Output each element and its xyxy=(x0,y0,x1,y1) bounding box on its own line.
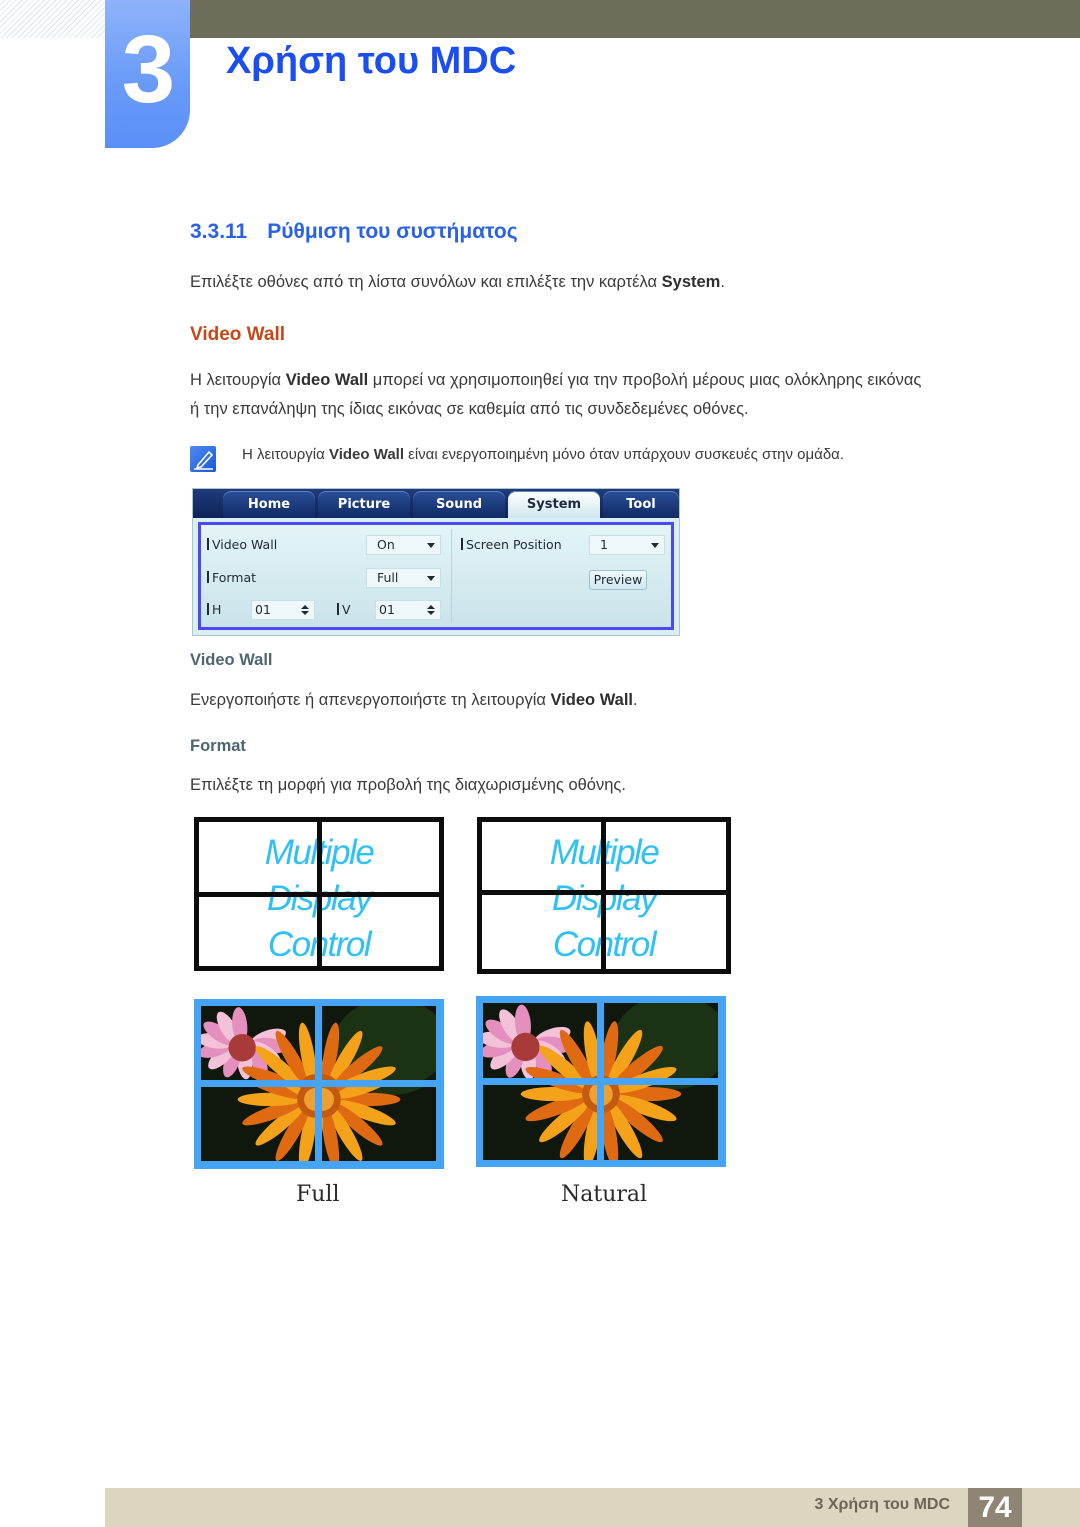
v-label: V xyxy=(337,602,351,617)
screen-position-label: Screen Position xyxy=(461,537,562,552)
v-spinner[interactable]: 01 xyxy=(375,600,441,620)
description-line-2: ή την επανάληψη της ίδιας εικόνας σε καθ… xyxy=(190,400,749,418)
flower-photo xyxy=(322,1087,436,1161)
full-text-illustration: Multiple Display Control xyxy=(194,817,444,971)
grid-divider-horizontal xyxy=(199,892,439,897)
tab-picture[interactable]: Picture xyxy=(318,491,410,518)
spin-up-icon[interactable] xyxy=(301,605,309,609)
tab-sound[interactable]: Sound xyxy=(413,491,505,518)
section-title: 3.3.11 Ρύθμιση του συστήματος xyxy=(190,220,518,244)
natural-photo-illustration xyxy=(476,996,726,1167)
h-spinner[interactable]: 01 xyxy=(251,600,315,620)
format-subheading: Format xyxy=(190,737,246,755)
video-wall-description: Η λειτουργία Video Wall μπορεί να χρησιμ… xyxy=(190,366,921,424)
preview-button[interactable]: Preview xyxy=(589,570,647,590)
description-line-1: Η λειτουργία Video Wall μπορεί να χρησιμ… xyxy=(190,371,922,389)
mdc-settings-area: Video Wall On Format Full H 01 V 01 Scre… xyxy=(198,522,674,630)
grid-divider-horizontal xyxy=(482,890,726,895)
header-hatch-decoration xyxy=(0,0,105,38)
mdc-system-panel: Home Picture Sound System Tool Video Wal… xyxy=(192,488,680,636)
caption-full: Full xyxy=(296,1182,340,1207)
intro-paragraph: Επιλέξτε οθόνες από τη λίστα συνόλων και… xyxy=(190,273,725,291)
section-name: Ρύθμιση του συστήματος xyxy=(267,220,518,243)
photo-tile xyxy=(322,1006,436,1080)
tab-tool[interactable]: Tool xyxy=(603,491,679,518)
full-photo-illustration xyxy=(194,999,444,1169)
footer-chapter-label: 3 Χρήση του MDC xyxy=(814,1496,950,1513)
screen-position-select[interactable]: 1 xyxy=(589,535,665,555)
spin-down-icon[interactable] xyxy=(301,611,309,615)
format-sub-text: Επιλέξτε τη μορφή για προβολή της διαχωρ… xyxy=(190,776,626,794)
video-wall-label: Video Wall xyxy=(207,537,277,552)
format-label: Format xyxy=(207,570,256,585)
photo-tile xyxy=(322,1087,436,1161)
photo-tile xyxy=(201,1087,315,1161)
chevron-down-icon xyxy=(427,543,435,548)
page-number: 74 xyxy=(968,1488,1022,1527)
flower-photo xyxy=(604,1003,718,1078)
chapter-title: Χρήση του MDC xyxy=(226,40,517,82)
header-bar xyxy=(190,0,1080,38)
chevron-down-icon xyxy=(651,543,659,548)
video-wall-heading: Video Wall xyxy=(190,324,286,345)
note-text: Η λειτουργία Video Wall είναι ενεργοποιη… xyxy=(242,446,845,463)
note-pencil-icon xyxy=(190,446,216,472)
video-wall-subheading: Video Wall xyxy=(190,651,273,669)
section-number: 3.3.11 xyxy=(190,220,248,243)
photo-tile xyxy=(604,1003,718,1078)
flower-photo xyxy=(201,1006,315,1080)
flower-photo xyxy=(483,1085,597,1160)
flower-photo xyxy=(322,1006,436,1080)
flower-photo xyxy=(201,1087,315,1161)
h-label: H xyxy=(207,602,221,617)
panel-divider xyxy=(451,529,452,623)
video-wall-select[interactable]: On xyxy=(366,535,441,555)
tab-home[interactable]: Home xyxy=(223,491,315,518)
tab-system[interactable]: System xyxy=(508,491,600,518)
format-select[interactable]: Full xyxy=(366,568,441,588)
mdc-tab-bar: Home Picture Sound System Tool xyxy=(193,489,679,518)
photo-tile xyxy=(483,1003,597,1078)
spin-up-icon[interactable] xyxy=(427,605,435,609)
flower-photo xyxy=(483,1003,597,1078)
flower-photo xyxy=(604,1085,718,1160)
caption-natural: Natural xyxy=(561,1182,648,1207)
photo-tile xyxy=(604,1085,718,1160)
grid-divider-vertical xyxy=(601,822,606,969)
chapter-number: 3 xyxy=(121,16,175,123)
natural-text-illustration: Multiple Display Control xyxy=(477,817,731,974)
chevron-down-icon xyxy=(427,576,435,581)
photo-tile xyxy=(201,1006,315,1080)
photo-tile xyxy=(483,1085,597,1160)
chapter-tab: 3 xyxy=(105,0,190,148)
video-wall-sub-text: Ενεργοποιήστε ή απενεργοποιήστε τη λειτο… xyxy=(190,691,638,709)
spin-down-icon[interactable] xyxy=(427,611,435,615)
